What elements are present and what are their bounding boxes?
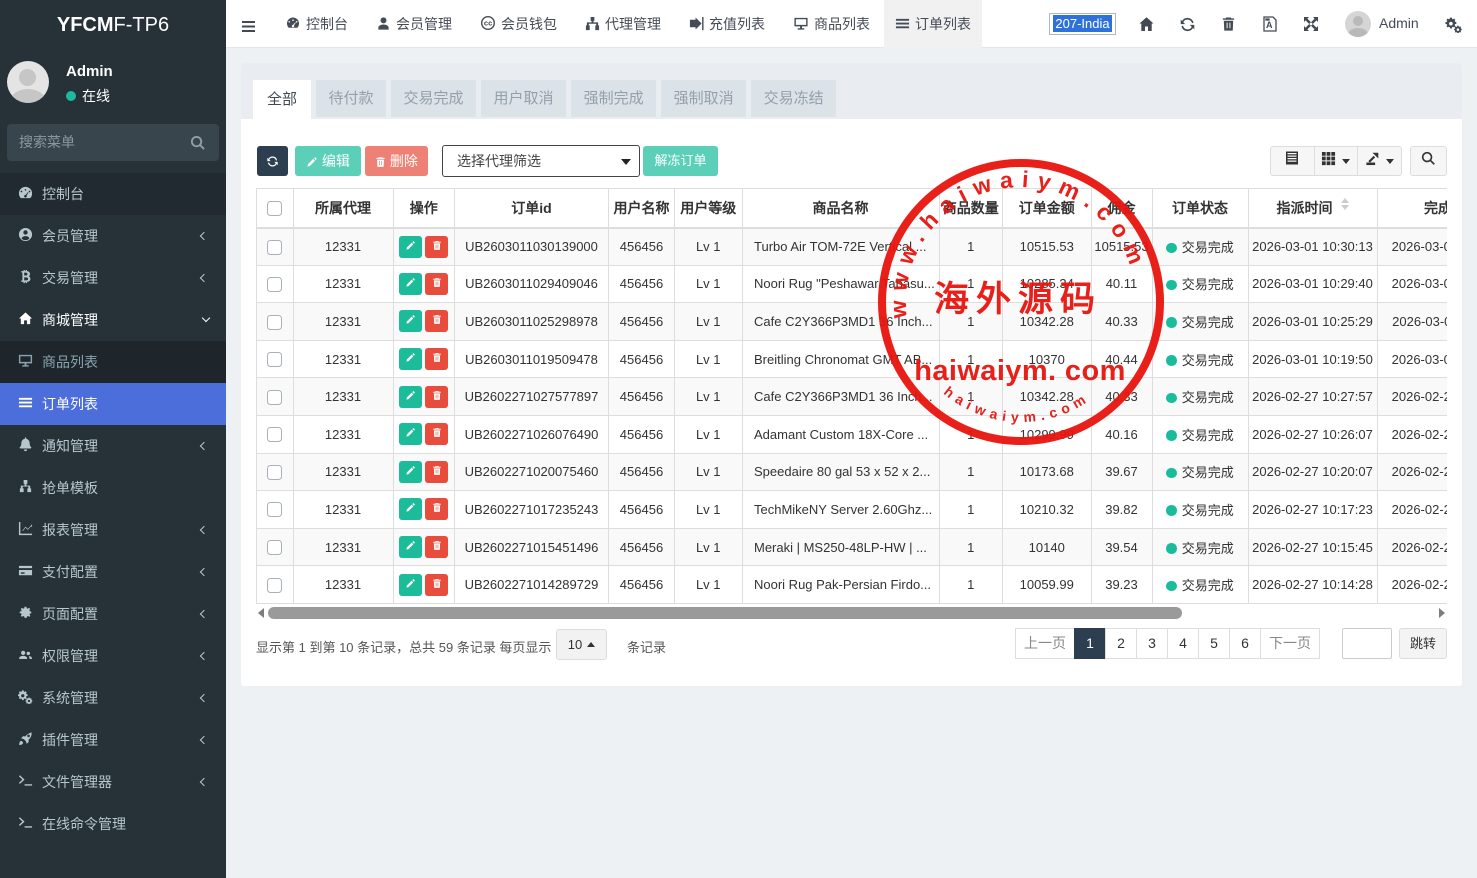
svg-text:A: A <box>1266 20 1273 30</box>
